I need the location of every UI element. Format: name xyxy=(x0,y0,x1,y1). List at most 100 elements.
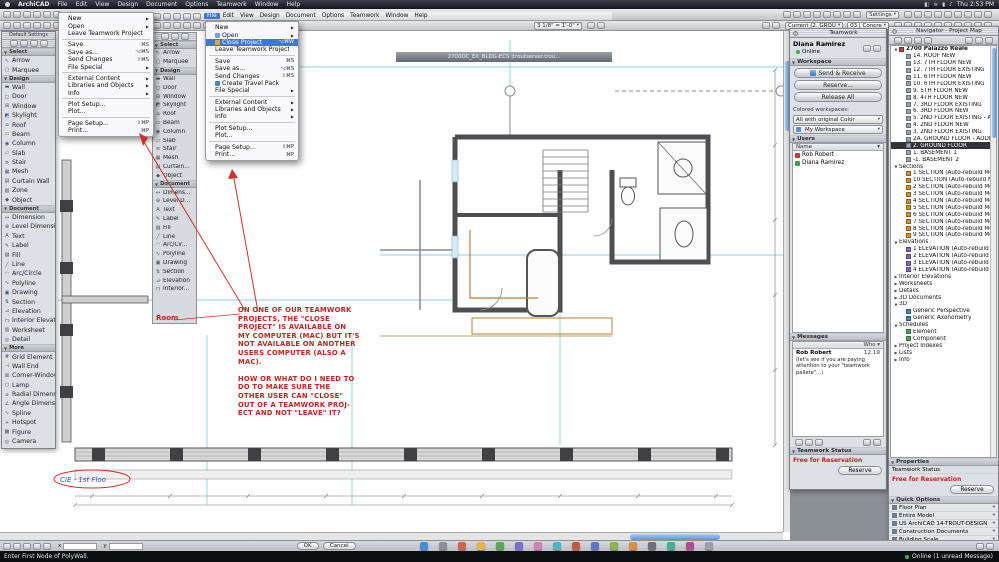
tool-camera[interactable]: ◎ Camera xyxy=(2,437,55,446)
tool-elevation[interactable]: ⊿ Elevation xyxy=(2,307,55,316)
toolbar-icon[interactable] xyxy=(984,11,992,18)
menu-item-print[interactable]: Print... ⌘P xyxy=(59,127,153,134)
navigator-toolbar-icon[interactable] xyxy=(975,36,983,44)
menu-item-page-setup[interactable]: Page Setup... ⇧⌘P xyxy=(59,120,153,127)
palette-header-icon[interactable] xyxy=(160,33,169,40)
toolbar-icon[interactable] xyxy=(43,22,51,29)
navigator-toolbar-icon[interactable] xyxy=(894,36,902,44)
menu-item-save[interactable]: Save ⌘S xyxy=(206,58,298,65)
menu-item-new[interactable]: New ▶ xyxy=(59,15,153,22)
tool-skylight[interactable]: ◩ Skylight xyxy=(2,111,55,120)
wifi-icon[interactable]: ≋ xyxy=(933,2,938,8)
reserve-status-button[interactable]: Reserve xyxy=(838,466,882,475)
tool-corner-window[interactable]: ⊠ Corner-Window xyxy=(2,371,55,380)
tool-line[interactable]: ╱ Line xyxy=(153,232,196,241)
nav-item-generic-axonometry[interactable]: Generic Axonometry xyxy=(891,315,996,322)
close-palette-icon[interactable] xyxy=(892,28,897,34)
toolbar-icon[interactable] xyxy=(597,22,605,29)
nav-item-1-basement-1[interactable]: 1. BASEMENT 1 xyxy=(891,149,996,156)
teamwork-palette-titlebar[interactable]: Teamwork xyxy=(790,29,886,38)
nav-item-14-roof-new[interactable]: 14. ROOF NEW xyxy=(891,53,996,60)
my-workspace-button[interactable]: My Workspace ▾ xyxy=(793,125,883,134)
tool-fill[interactable]: ▨ Fill xyxy=(2,250,55,259)
toolbar-icon[interactable] xyxy=(33,22,41,29)
tool-spline[interactable]: ∿ Spline xyxy=(2,409,55,418)
nav-group-info[interactable]: ▶ Info xyxy=(891,356,996,363)
menu-item-libraries-and-objects[interactable]: Libraries and Objects ▶ xyxy=(206,106,298,113)
nav-item-4-section-auto-rebuild-model[interactable]: 4 SECTION (Auto-rebuild Model) xyxy=(891,198,996,205)
nav-group-interior-elevations[interactable]: ▶ Interior Elevations xyxy=(891,273,996,280)
menubar-item-document[interactable]: Document xyxy=(142,1,181,8)
tool-window[interactable]: ⊞ Window xyxy=(2,102,55,111)
menu-item-save-as[interactable]: Save as... ⌥⌘S xyxy=(206,65,298,72)
toolbar-icon[interactable] xyxy=(23,11,31,18)
nav-item-12-7th-floor-existing[interactable]: 12. 7TH FLOOR EXISTING xyxy=(891,67,996,74)
toolbox-section-design[interactable]: ▼ Design xyxy=(153,66,196,75)
dock-app-icon[interactable] xyxy=(458,542,466,550)
toolbar-icon[interactable] xyxy=(33,11,41,18)
toolbar-icon[interactable] xyxy=(954,11,962,18)
toolbar-icon[interactable] xyxy=(173,22,181,29)
nav-item-5-section-auto-rebuild-model[interactable]: 5 SECTION (Auto-rebuild Model) xyxy=(891,204,996,211)
menu-item-send-changes[interactable]: Send Changes ⇧⌘S xyxy=(206,72,298,80)
navigator-toolbar-icon[interactable] xyxy=(985,36,993,44)
toolbar-icon[interactable] xyxy=(3,11,11,18)
dock-app-icon[interactable] xyxy=(477,542,485,550)
nav-item-3-elevation-auto-rebuild-model[interactable]: 3 ELEVATION (Auto-rebuild Model) xyxy=(891,260,996,267)
toolbar-icon[interactable] xyxy=(904,11,912,18)
apple-menu-icon[interactable] xyxy=(5,2,10,7)
tool-zone[interactable]: ▧ Zone xyxy=(2,186,55,195)
embedded-menubar-item-file[interactable]: File xyxy=(204,13,220,19)
nav-item-7-3rd-floor-existing[interactable]: 7. 3RD FLOOR EXISTING xyxy=(891,101,996,108)
statusbar-icon[interactable] xyxy=(976,542,984,550)
menu-item-info[interactable]: Info ▶ xyxy=(206,113,298,120)
tool-arrow[interactable]: ↖ Arrow xyxy=(153,49,196,58)
users-section-header[interactable]: ▼ Users xyxy=(790,135,886,143)
tool-curtain[interactable]: ▤ Curtain... xyxy=(153,163,196,172)
user-row-rob-robert[interactable]: Rob Robert xyxy=(793,151,883,159)
toolbar-icon[interactable] xyxy=(793,11,802,18)
cancel-button[interactable]: Cancel xyxy=(322,542,356,550)
toolbar-icon[interactable] xyxy=(13,22,21,29)
toolbar-icon[interactable] xyxy=(153,22,161,29)
toolbar-icon[interactable] xyxy=(153,12,161,20)
toolbar-icon[interactable] xyxy=(43,11,51,18)
nav-item-2-ground-floor[interactable]: 2. GROUND FLOOR xyxy=(891,142,996,150)
nav-group-elevations[interactable]: ▼ Elevations xyxy=(891,239,996,246)
menubar-item-edit[interactable]: Edit xyxy=(72,1,92,8)
nav-group-3d-documents[interactable]: ▶ 3D Documents xyxy=(891,294,996,301)
tool-level-dimension[interactable]: ⊕Level Dimension xyxy=(2,222,55,231)
dock-app-icon[interactable] xyxy=(629,542,637,550)
navigator-toolbar-icon[interactable] xyxy=(904,36,912,44)
toolbox-section-document[interactable]: ▼ Document xyxy=(153,180,196,189)
menubar-item-teamwork[interactable]: Teamwork xyxy=(212,1,250,8)
tool-radial-dimension[interactable]: ⌀Radial Dimension xyxy=(2,390,55,399)
settings-dropdown[interactable]: Settings ▾ xyxy=(866,10,899,19)
tool-worksheet[interactable]: ▥ Worksheet xyxy=(2,326,55,335)
menu-item-plot-setup[interactable]: Plot Setup... xyxy=(206,125,298,132)
nav-item-8-section-auto-rebuild-model[interactable]: 8 SECTION (Auto-rebuild Model) xyxy=(891,225,996,232)
tool-stair[interactable]: ≡ Stair xyxy=(153,145,196,154)
toolbar-icon[interactable] xyxy=(13,11,21,18)
message-action-icon[interactable] xyxy=(805,438,813,446)
navigator-reserve-button[interactable]: Reserve xyxy=(950,485,994,494)
statusbar-icon[interactable] xyxy=(33,542,41,550)
volume-icon[interactable]: ♪ xyxy=(949,2,953,8)
message-action-icon[interactable] xyxy=(873,438,881,446)
nav-item-11-6th-floor-new[interactable]: 11. 6TH FLOOR NEW xyxy=(891,74,996,81)
tool-object[interactable]: ◆ Object xyxy=(153,171,196,180)
tool-hotspot[interactable]: + Hotspot xyxy=(2,418,55,427)
message-action-icon[interactable] xyxy=(815,438,823,446)
nav-group-lists[interactable]: ▶ Lists xyxy=(891,349,996,356)
tool-beam[interactable]: ▭ Beam xyxy=(2,130,55,139)
tool-text[interactable]: A Text xyxy=(2,232,55,241)
toolbar-icon[interactable] xyxy=(587,22,595,29)
nav-item-10-6th-floor-existing[interactable]: 10. 6TH FLOOR EXISTING xyxy=(891,80,996,87)
tool-lamp[interactable]: ○ Lamp xyxy=(2,381,55,390)
tool-arc-circle[interactable]: ◠ Arc/Circle xyxy=(2,269,55,278)
nav-item-3-2nd-floor-existing[interactable]: 3. 2ND FLOOR EXISTING xyxy=(891,129,996,136)
tool-column[interactable]: ◉ Column xyxy=(2,139,55,148)
messages-section-header[interactable]: ▼ Messages xyxy=(790,333,886,341)
toolbox-section-more[interactable]: ▼ More xyxy=(2,344,55,353)
nav-item-1-elevation-auto-rebuild-model[interactable]: 1 ELEVATION (Auto-rebuild Model) xyxy=(891,246,996,253)
